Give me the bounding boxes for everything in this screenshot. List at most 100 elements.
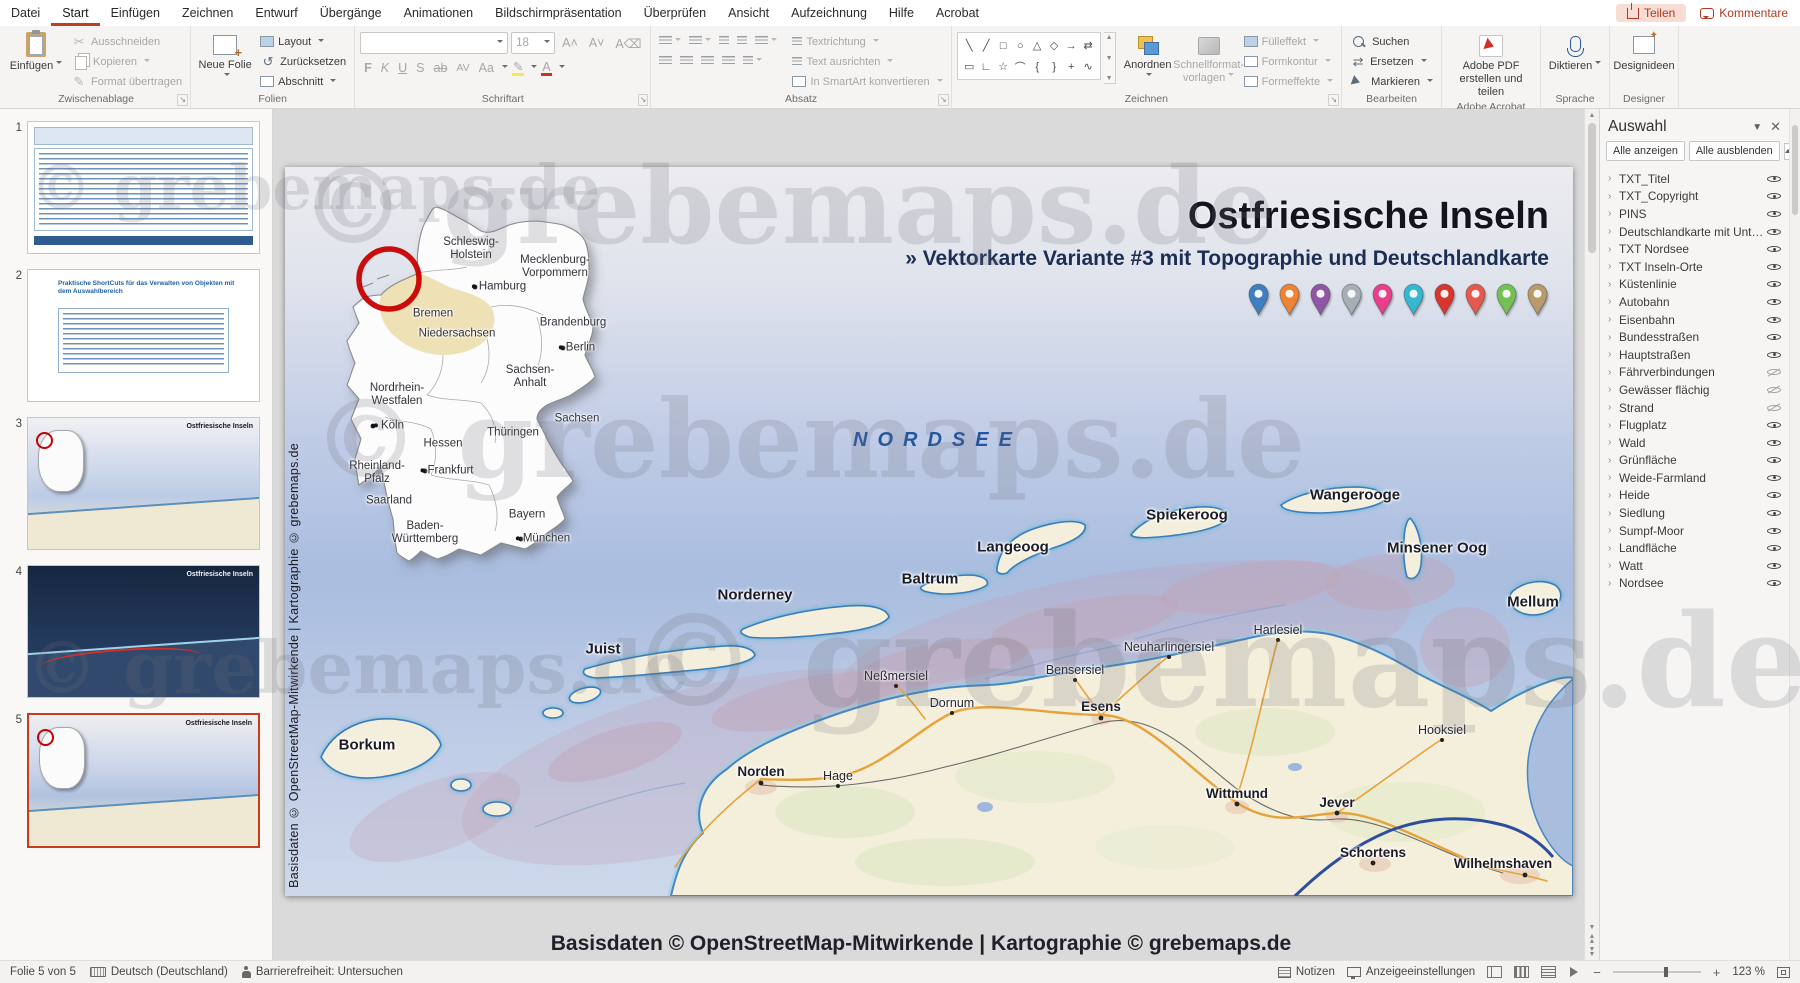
- visibility-eye-icon[interactable]: [1766, 453, 1782, 468]
- selection-item-txt-titel[interactable]: › TXT_Titel: [1600, 170, 1789, 188]
- expand-chevron-icon[interactable]: ›: [1608, 367, 1619, 378]
- shape-diag-icon[interactable]: ╱: [983, 39, 990, 52]
- slide-indicator[interactable]: Folie 5 von 5: [10, 966, 76, 978]
- menu-tab-datei[interactable]: Datei: [0, 0, 51, 26]
- expand-chevron-icon[interactable]: ›: [1608, 384, 1619, 395]
- new-slide-button[interactable]: Neue Folie: [196, 29, 254, 92]
- shape-angle-icon[interactable]: ∟: [981, 61, 992, 73]
- expand-chevron-icon[interactable]: ›: [1608, 420, 1619, 431]
- format-painter-button[interactable]: ✎ Format übertragen: [68, 72, 185, 91]
- expand-chevron-icon[interactable]: ›: [1608, 455, 1619, 466]
- expand-chevron-icon[interactable]: ›: [1608, 279, 1619, 290]
- visibility-eye-icon[interactable]: [1766, 171, 1782, 186]
- comments-button[interactable]: Kommentare: [1700, 6, 1788, 20]
- menu-tab-start[interactable]: Start: [51, 0, 99, 26]
- expand-chevron-icon[interactable]: ›: [1608, 261, 1619, 272]
- shape-outline-button[interactable]: Formkontur: [1241, 52, 1337, 71]
- columns-button[interactable]: [740, 54, 765, 68]
- justify-button[interactable]: [719, 54, 738, 68]
- expand-chevron-icon[interactable]: ›: [1608, 296, 1619, 307]
- normal-view-button[interactable]: [1487, 966, 1503, 978]
- expand-chevron-icon[interactable]: ›: [1608, 508, 1619, 519]
- language-indicator[interactable]: Deutsch (Deutschland): [89, 966, 228, 978]
- selection-item-autobahn[interactable]: › Autobahn: [1600, 293, 1789, 311]
- cut-button[interactable]: ✂ Ausschneiden: [68, 32, 185, 51]
- paragraph-dialog-launcher[interactable]: ↘: [937, 94, 949, 106]
- bold-button[interactable]: F: [360, 60, 376, 76]
- visibility-hidden-icon[interactable]: [1766, 382, 1782, 397]
- copy-button[interactable]: Kopieren: [68, 52, 185, 71]
- selection-item-txt-inseln-orte[interactable]: › TXT Inseln-Orte: [1600, 258, 1789, 276]
- scrollbar-thumb[interactable]: [1588, 123, 1596, 253]
- shape-arrow-icon[interactable]: →: [1066, 40, 1077, 52]
- menu-tab-hilfe[interactable]: Hilfe: [878, 0, 925, 26]
- align-center-button[interactable]: [677, 54, 696, 68]
- selection-item-strand[interactable]: › Strand: [1600, 399, 1789, 417]
- visibility-eye-icon[interactable]: [1766, 576, 1782, 591]
- shape-ellipse-icon[interactable]: ○: [1017, 40, 1024, 52]
- selection-item-siedlung[interactable]: › Siedlung: [1600, 504, 1789, 522]
- slide-sorter-view-button[interactable]: [1514, 966, 1530, 978]
- character-spacing-button[interactable]: AV: [452, 61, 473, 75]
- visibility-eye-icon[interactable]: [1766, 277, 1782, 292]
- selection-item-k-stenlinie[interactable]: › Küstenlinie: [1600, 276, 1789, 294]
- design-ideas-button[interactable]: Designideen: [1613, 29, 1674, 92]
- pane-options-icon[interactable]: ▼: [1752, 122, 1762, 133]
- visibility-eye-icon[interactable]: [1766, 558, 1782, 573]
- convert-smartart-button[interactable]: In SmartArt konvertieren: [789, 72, 945, 91]
- selection-item-f-hrverbindungen[interactable]: › Fährverbindungen: [1600, 364, 1789, 382]
- arrange-button[interactable]: Anordnen: [1119, 29, 1177, 92]
- visibility-eye-icon[interactable]: [1766, 242, 1782, 257]
- shape-diamond-icon[interactable]: ◇: [1050, 39, 1058, 52]
- accessibility-checker[interactable]: Barrierefreiheit: Untersuchen: [241, 966, 403, 978]
- visibility-eye-icon[interactable]: [1766, 312, 1782, 327]
- scroll-up-icon[interactable]: ▲: [1589, 112, 1596, 119]
- menu-tab-aufzeichnung[interactable]: Aufzeichnung: [780, 0, 878, 26]
- zoom-level[interactable]: 123 %: [1732, 966, 1765, 978]
- next-slide-button[interactable]: ▼ ▼: [1589, 946, 1596, 958]
- shape-line-icon[interactable]: ╲: [966, 39, 973, 52]
- canvas-scrollbar[interactable]: ▲ ▼ ▲ ▲ ▼ ▼: [1584, 109, 1599, 960]
- expand-chevron-icon[interactable]: ›: [1608, 437, 1619, 448]
- selection-item-flugplatz[interactable]: › Flugplatz: [1600, 416, 1789, 434]
- dictate-button[interactable]: Diktieren: [1546, 29, 1604, 92]
- selection-item-txt-copyright[interactable]: › TXT_Copyright: [1600, 188, 1789, 206]
- selection-item-watt[interactable]: › Watt: [1600, 557, 1789, 575]
- expand-chevron-icon[interactable]: ›: [1608, 226, 1619, 237]
- shape-darrow-icon[interactable]: ⇄: [1084, 39, 1093, 52]
- expand-chevron-icon[interactable]: ›: [1608, 244, 1619, 255]
- align-left-button[interactable]: [656, 54, 675, 68]
- reset-button[interactable]: ↺ Zurücksetzen: [257, 52, 349, 71]
- hide-all-button[interactable]: Alle ausblenden: [1688, 141, 1780, 161]
- selection-item-nordsee[interactable]: › Nordsee: [1600, 575, 1789, 593]
- visibility-eye-icon[interactable]: [1766, 523, 1782, 538]
- shrink-font-button[interactable]: A˅: [585, 35, 609, 51]
- slide-thumbnail-1[interactable]: [27, 121, 260, 254]
- underline-button[interactable]: U: [394, 60, 411, 76]
- visibility-eye-icon[interactable]: [1766, 347, 1782, 362]
- expand-chevron-icon[interactable]: ›: [1608, 173, 1619, 184]
- display-settings-button[interactable]: Anzeigeeinstellungen: [1346, 966, 1475, 979]
- slide-thumbnail-4[interactable]: Ostfriesische Inseln: [27, 565, 260, 698]
- shape-rbrace-icon[interactable]: }: [1052, 61, 1056, 73]
- strikethrough-button[interactable]: ab: [430, 60, 452, 76]
- font-size-select[interactable]: 18: [511, 32, 556, 54]
- scroll-down-icon[interactable]: ▼: [1589, 924, 1596, 931]
- slide-thumbnail-3[interactable]: Ostfriesische Inseln: [27, 417, 260, 550]
- selection-item-pins[interactable]: › PINS: [1600, 205, 1789, 223]
- expand-chevron-icon[interactable]: ›: [1608, 208, 1619, 219]
- shape-gallery[interactable]: ╲ ╱ □ ○ △ ◇ → ⇄ ▭ ∟ ☆ ⌒ {} + ∿: [956, 32, 1101, 80]
- highlight-color-button[interactable]: ✎: [509, 58, 527, 77]
- align-right-button[interactable]: [698, 54, 717, 68]
- increase-indent-button[interactable]: [734, 34, 750, 48]
- visibility-eye-icon[interactable]: [1766, 506, 1782, 521]
- shape-fill-button[interactable]: Fülleffekt: [1241, 32, 1337, 51]
- slide-thumbnail-5[interactable]: Ostfriesische Inseln: [27, 713, 260, 848]
- window-scrollbar[interactable]: [1789, 109, 1800, 960]
- expand-chevron-icon[interactable]: ›: [1608, 525, 1619, 536]
- selection-item-bundesstra-en[interactable]: › Bundesstraßen: [1600, 328, 1789, 346]
- menu-tab-acrobat[interactable]: Acrobat: [925, 0, 990, 26]
- menu-tab-animationen[interactable]: Animationen: [393, 0, 485, 26]
- share-button[interactable]: Teilen: [1615, 2, 1687, 22]
- visibility-hidden-icon[interactable]: [1766, 365, 1782, 380]
